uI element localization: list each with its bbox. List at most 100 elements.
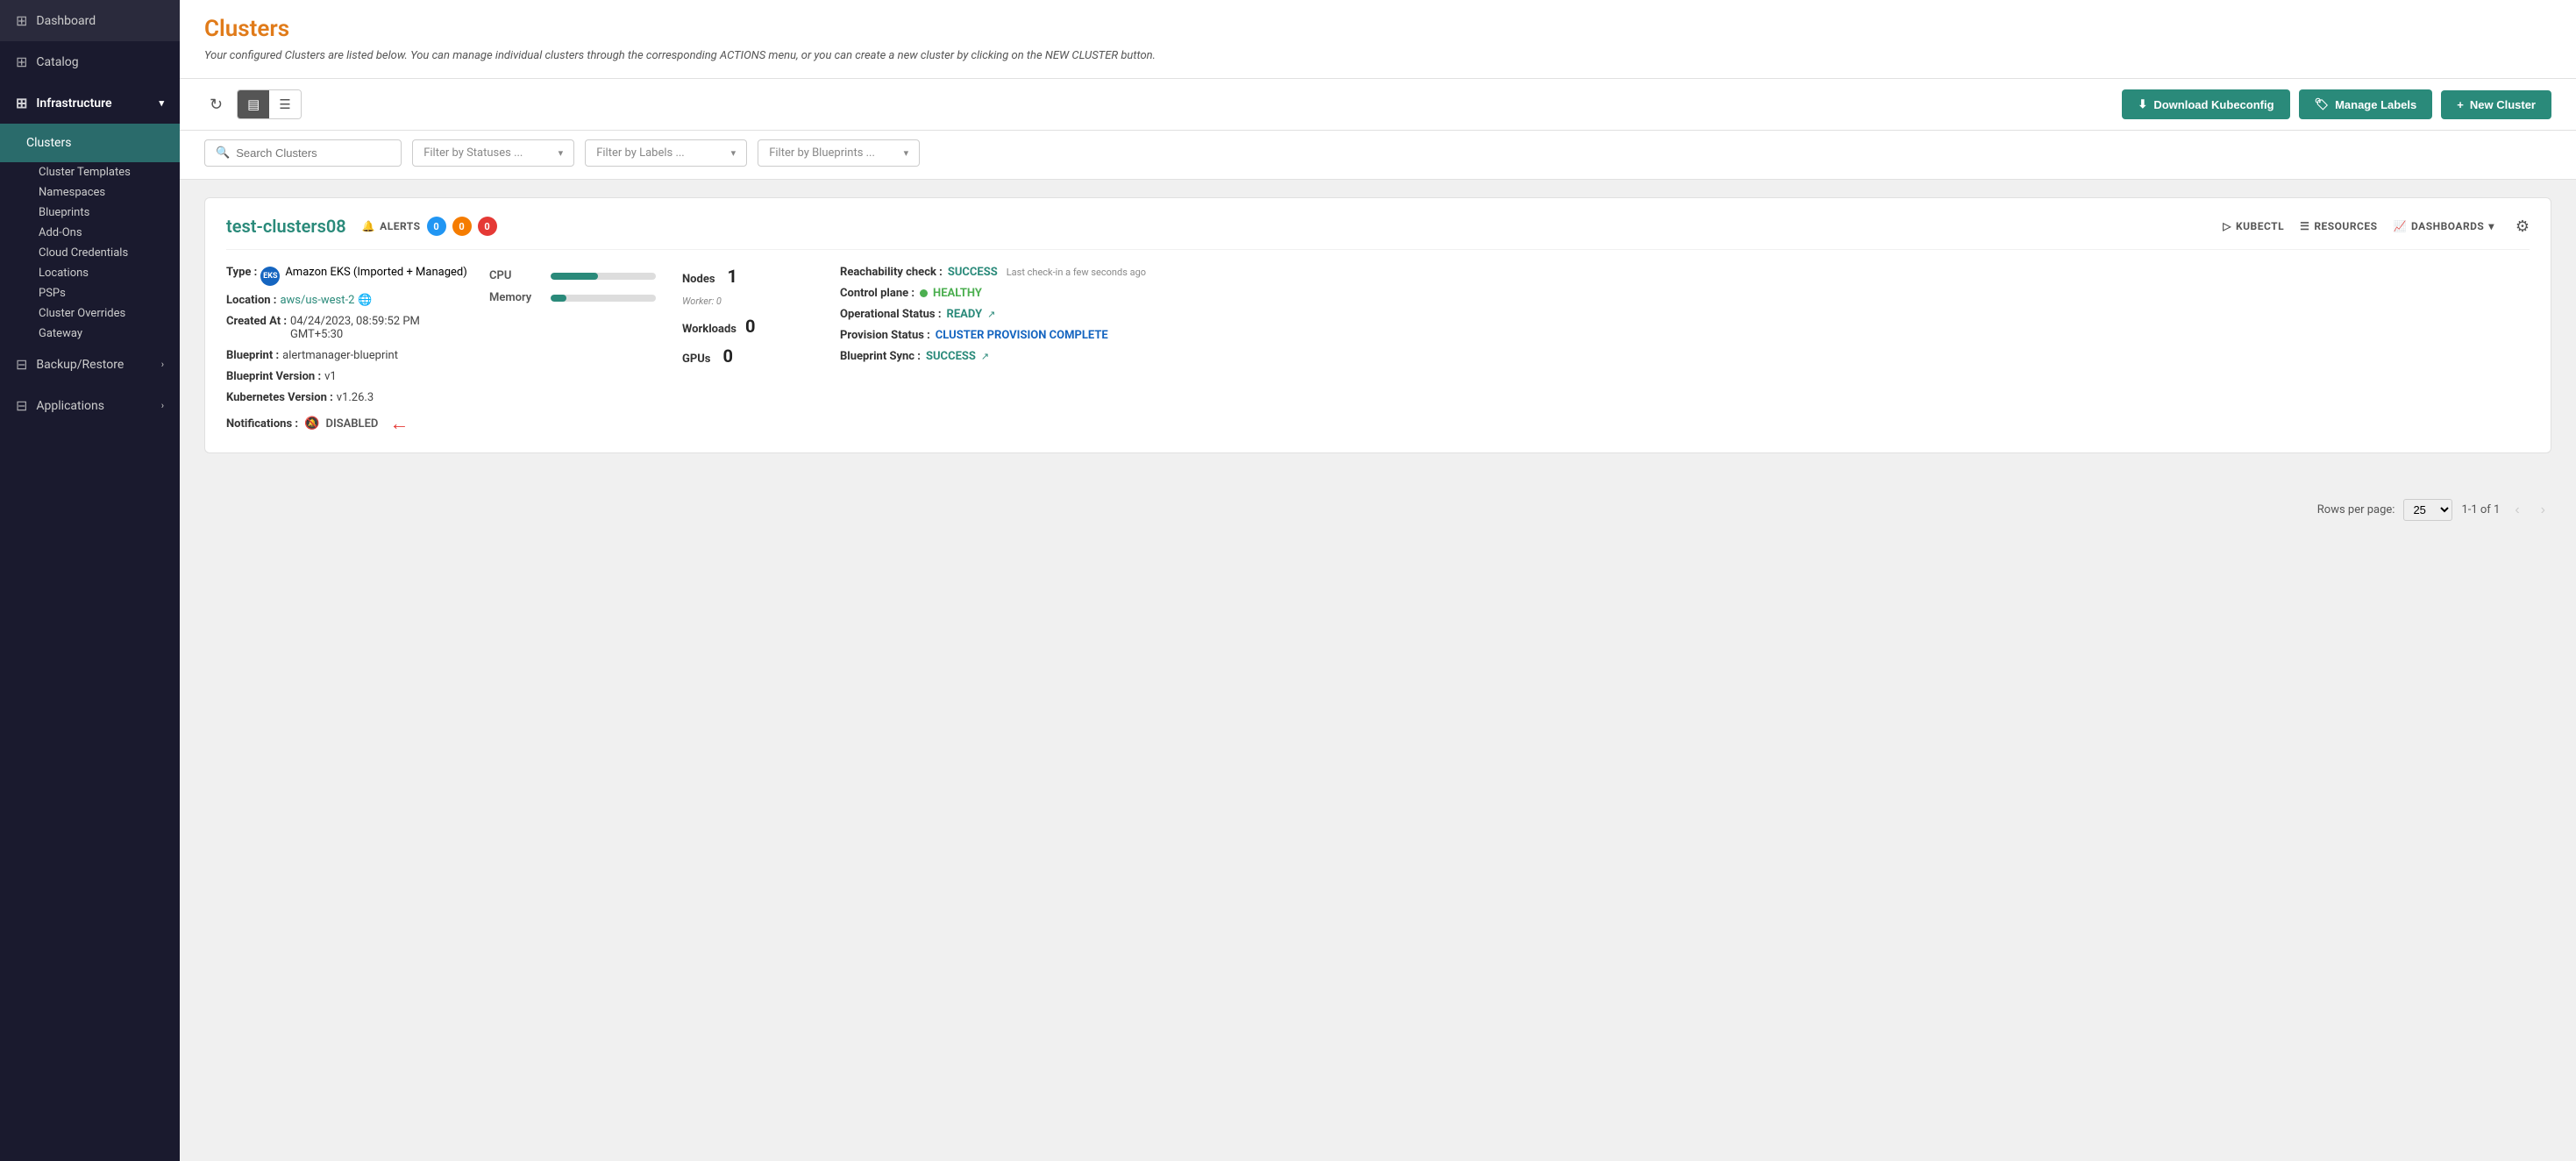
list-view-button[interactable]: ☰	[269, 90, 300, 118]
status-filter[interactable]: Filter by Statuses ... ▾	[412, 139, 574, 167]
type-label: Type :	[226, 266, 257, 279]
sidebar-item-label: Backup/Restore	[36, 358, 124, 372]
sidebar-item-clusters[interactable]: Clusters	[0, 124, 180, 162]
sidebar-item-label: PSPs	[39, 287, 66, 300]
new-cluster-button[interactable]: + New Cluster	[2441, 90, 2551, 119]
bell-icon: 🔔	[362, 220, 375, 232]
chevron-down-icon: ▾	[904, 147, 909, 159]
kubernetes-version-label: Kubernetes Version :	[226, 391, 333, 404]
created-at-value: 04/24/2023, 08:59:52 PM GMT+5:30	[290, 315, 472, 341]
next-page-button[interactable]: ›	[2535, 500, 2551, 521]
toolbar: ↻ ▤ ☰ ⬇ Download Kubeconfig 🏷 Manage Lab…	[180, 79, 2576, 131]
workloads-label: Workloads	[682, 323, 737, 336]
download-kubeconfig-label: Download Kubeconfig	[2153, 98, 2274, 111]
operational-status-label: Operational Status :	[840, 308, 942, 321]
sidebar-item-label: Locations	[39, 267, 89, 280]
sidebar-item-label: Gateway	[39, 327, 82, 340]
tag-icon: 🏷	[2315, 97, 2330, 111]
sidebar-item-blueprints[interactable]: Blueprints	[0, 203, 180, 223]
location-row: Location : aws/us-west-2 🌐	[226, 294, 472, 307]
health-dot	[920, 289, 928, 297]
sidebar-item-cluster-overrides[interactable]: Cluster Overrides	[0, 303, 180, 324]
resources-link[interactable]: ☰ RESOURCES	[2300, 220, 2377, 232]
clusters-list: test-clusters08 🔔 ALERTS 0 0 0 ▷ KUBECTL	[180, 180, 2576, 487]
sidebar-item-namespaces[interactable]: Namespaces	[0, 182, 180, 203]
sidebar-item-catalog[interactable]: ⊞ Catalog	[0, 41, 180, 82]
bell-off-icon: 🔕	[304, 417, 319, 431]
new-cluster-label: New Cluster	[2470, 98, 2536, 111]
cpu-label: CPU	[489, 269, 542, 282]
grid-view-button[interactable]: ▤	[238, 90, 269, 118]
provision-status-value: CLUSTER PROVISION COMPLETE	[936, 329, 1108, 342]
download-kubeconfig-button[interactable]: ⬇ Download Kubeconfig	[2122, 89, 2289, 119]
applications-icon: ⊟	[16, 397, 27, 414]
workloads-value: 0	[745, 316, 755, 337]
kubectl-link[interactable]: ▷ KUBECTL	[2223, 220, 2284, 232]
kubernetes-version-value: v1.26.3	[337, 391, 374, 404]
sidebar-item-cloud-credentials[interactable]: Cloud Credentials	[0, 243, 180, 263]
sidebar-item-label: Dashboard	[36, 14, 96, 28]
dashboard-icon: ⊞	[16, 12, 27, 29]
alerts-orange-badge: 0	[452, 217, 472, 236]
checkin-text: Last check-in a few seconds ago	[1007, 267, 1146, 278]
sidebar-item-psps[interactable]: PSPs	[0, 283, 180, 303]
prev-page-button[interactable]: ‹	[2508, 500, 2525, 521]
sidebar-item-label: Add-Ons	[39, 226, 82, 239]
type-text: Amazon EKS (Imported + Managed)	[285, 266, 466, 279]
blueprint-sync-label: Blueprint Sync :	[840, 350, 921, 363]
sidebar-item-gateway[interactable]: Gateway	[0, 324, 180, 344]
created-at-label: Created At :	[226, 315, 287, 328]
labels-filter[interactable]: Filter by Labels ... ▾	[585, 139, 747, 167]
cluster-info-col: Type : EKS Amazon EKS (Imported + Manage…	[226, 266, 489, 435]
blueprint-label: Blueprint :	[226, 349, 279, 362]
blueprint-sync-link[interactable]: ↗	[981, 351, 989, 362]
memory-row: Memory	[489, 291, 665, 304]
manage-labels-button[interactable]: 🏷 Manage Labels	[2299, 89, 2433, 119]
sidebar-item-add-ons[interactable]: Add-Ons	[0, 223, 180, 243]
chevron-right-icon: ›	[161, 400, 164, 411]
sidebar-item-infrastructure[interactable]: ⊞ Infrastructure ▾	[0, 82, 180, 124]
blueprint-sync-value: SUCCESS	[926, 350, 976, 363]
chevron-down-icon: ▾	[159, 97, 164, 109]
sidebar-item-label: Cluster Overrides	[39, 307, 125, 320]
cpu-progress-bar	[551, 273, 656, 280]
dashboards-link[interactable]: 📈 DASHBOARDS ▾	[2394, 220, 2494, 232]
settings-button[interactable]: ⚙	[2516, 217, 2530, 236]
sidebar-item-cluster-templates[interactable]: Cluster Templates	[0, 162, 180, 182]
memory-progress-fill	[551, 295, 566, 302]
sidebar-item-locations[interactable]: Locations	[0, 263, 180, 283]
nodes-row: Nodes 1 Worker: 0	[682, 266, 822, 307]
location-label: Location :	[226, 294, 276, 307]
globe-icon: 🌐	[358, 294, 372, 307]
sidebar-item-dashboard[interactable]: ⊞ Dashboard	[0, 0, 180, 41]
search-input[interactable]	[236, 146, 390, 160]
page-description: Your configured Clusters are listed belo…	[204, 49, 2551, 62]
cpu-progress-fill	[551, 273, 598, 280]
notifications-value: DISABLED	[325, 417, 378, 431]
reachability-value: SUCCESS	[948, 266, 998, 279]
chevron-down-icon: ▾	[2488, 220, 2494, 232]
blueprints-filter[interactable]: Filter by Blueprints ... ▾	[758, 139, 920, 167]
gpus-value: 0	[723, 345, 733, 367]
provision-status-row: Provision Status : CLUSTER PROVISION COM…	[840, 329, 2512, 342]
kubernetes-version-row: Kubernetes Version : v1.26.3	[226, 391, 472, 404]
nodes-label: Nodes	[682, 273, 715, 286]
cluster-name[interactable]: test-clusters08	[226, 216, 346, 237]
rows-per-page-select[interactable]: 25 50 100	[2403, 499, 2452, 521]
cluster-card: test-clusters08 🔔 ALERTS 0 0 0 ▷ KUBECTL	[204, 197, 2551, 453]
sidebar-item-label: Clusters	[26, 136, 71, 150]
catalog-icon: ⊞	[16, 53, 27, 70]
type-row: Type : EKS Amazon EKS (Imported + Manage…	[226, 266, 472, 286]
location-value[interactable]: aws/us-west-2 🌐	[280, 294, 372, 307]
resources-icon: ☰	[2300, 220, 2309, 232]
labels-filter-label: Filter by Labels ...	[596, 146, 685, 160]
reachability-label: Reachability check :	[840, 266, 943, 279]
sidebar-item-applications[interactable]: ⊟ Applications ›	[0, 385, 180, 426]
operational-status-link[interactable]: ↗	[987, 309, 995, 320]
cpu-row: CPU	[489, 269, 665, 282]
sidebar-item-backup-restore[interactable]: ⊟ Backup/Restore ›	[0, 344, 180, 385]
notifications-label: Notifications :	[226, 417, 298, 431]
view-toggle: ▤ ☰	[237, 89, 302, 119]
refresh-button[interactable]: ↻	[204, 90, 228, 119]
sidebar-item-label: Cluster Templates	[39, 166, 131, 179]
